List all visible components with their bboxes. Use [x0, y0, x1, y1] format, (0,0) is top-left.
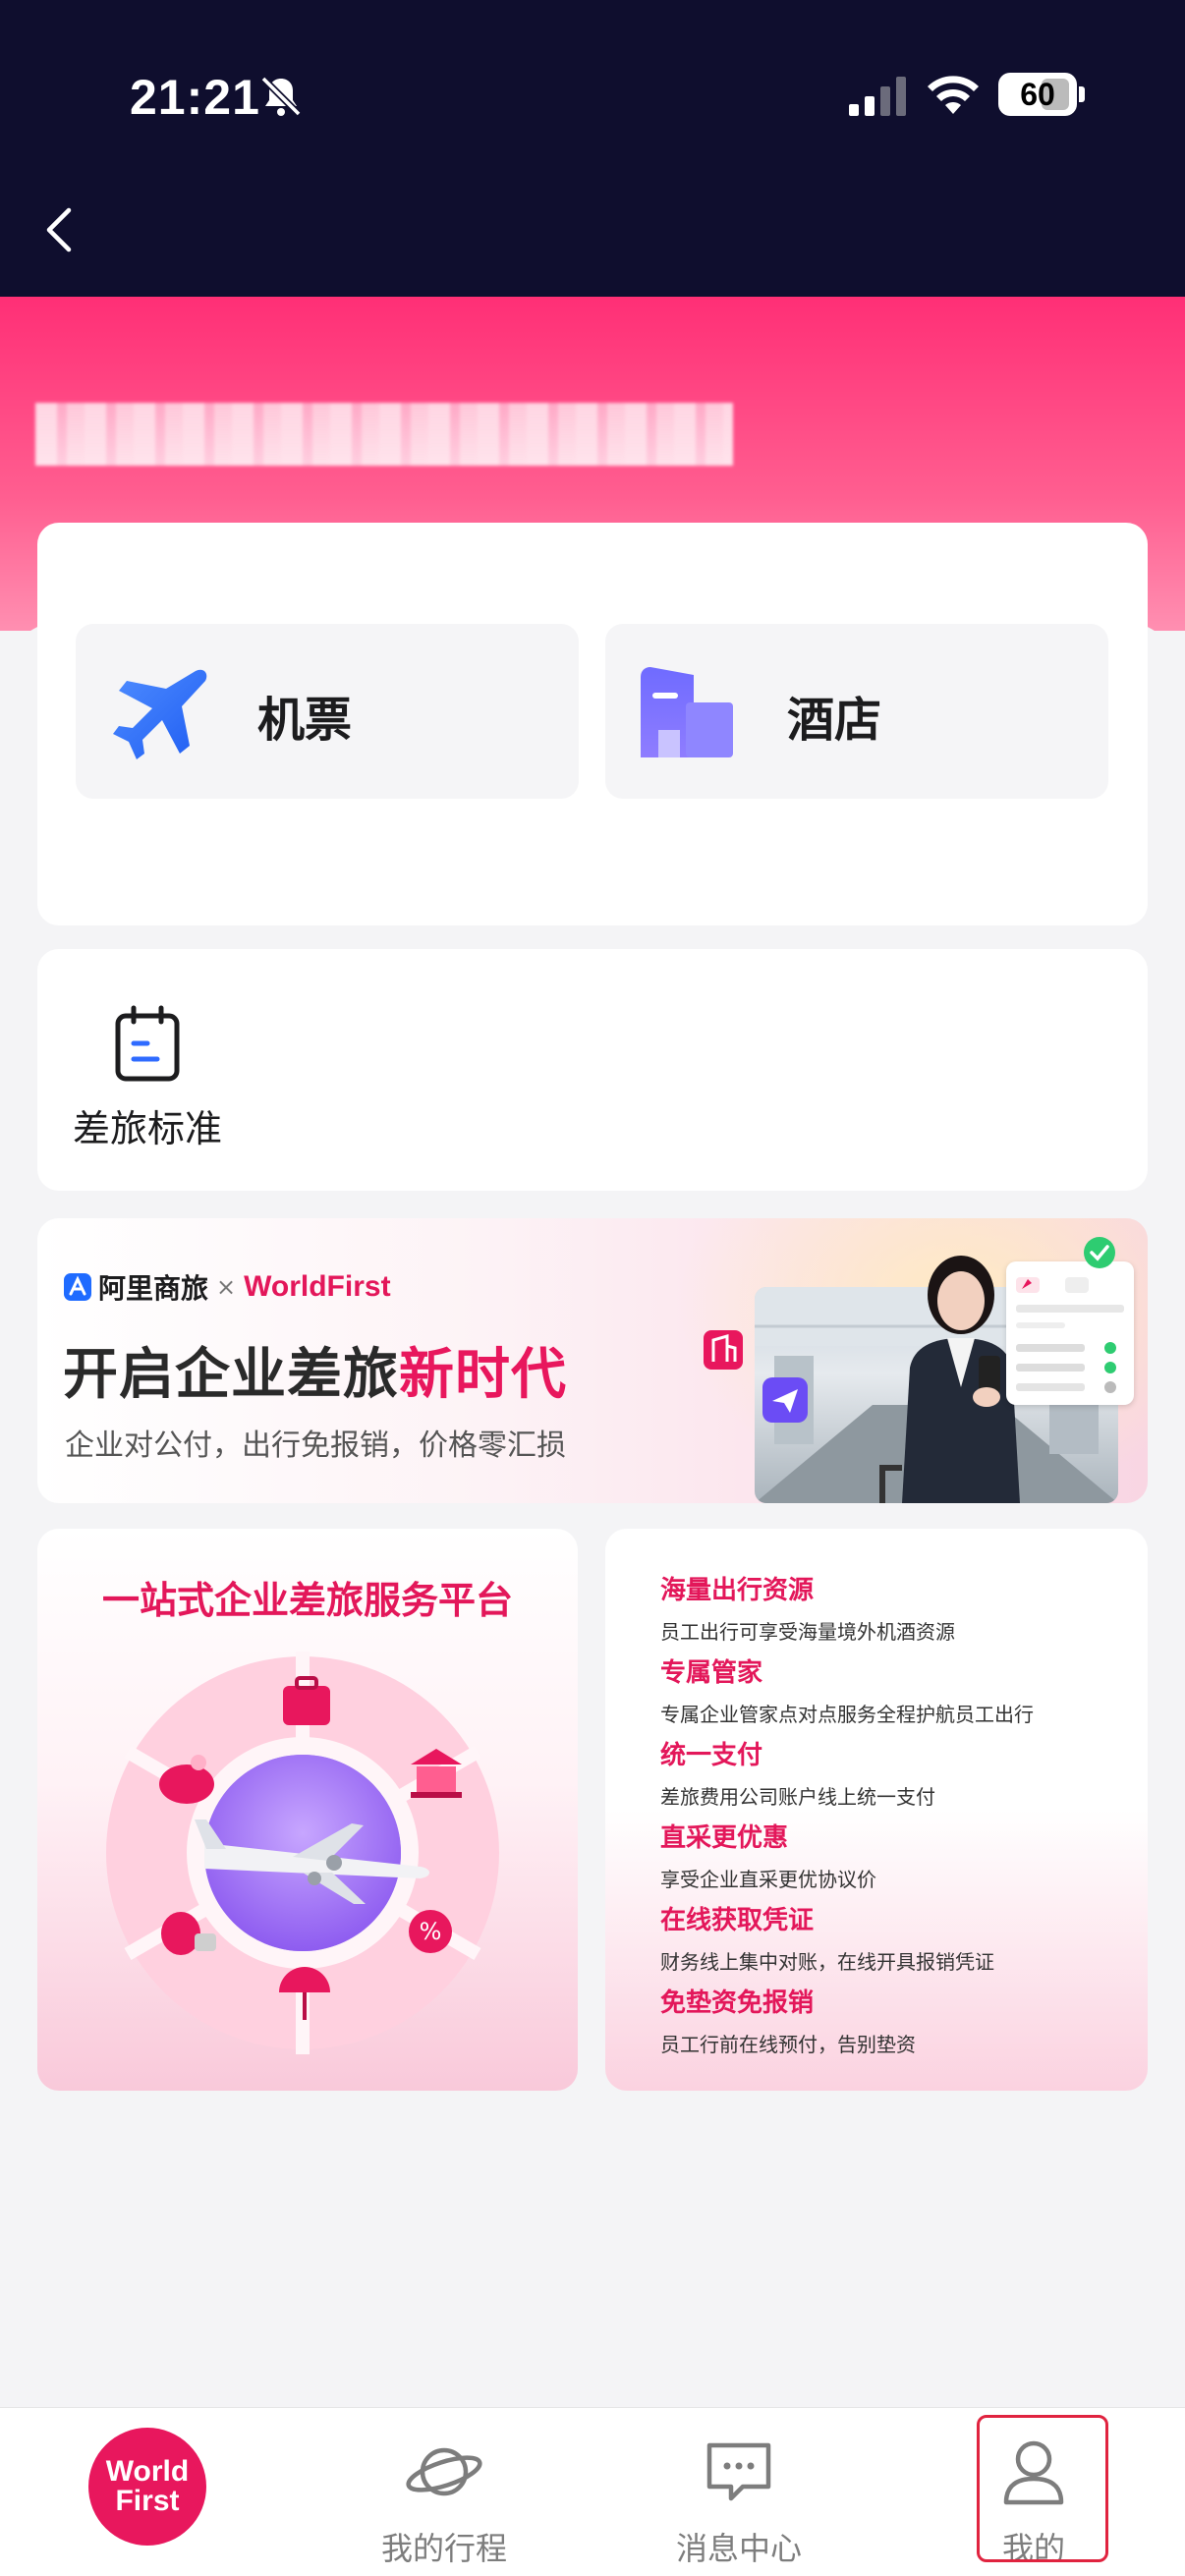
tab-home[interactable]: World First	[88, 2408, 285, 2576]
tab-my-trips[interactable]: 我的行程	[346, 2408, 542, 2576]
tab-messages[interactable]: 消息中心	[641, 2408, 837, 2576]
feature-desc: 享受企业直采更优协议价	[660, 1868, 876, 1891]
battery-level: 60	[1020, 76, 1055, 112]
feature-desc: 专属企业管家点对点服务全程护航员工出行	[660, 1703, 1034, 1726]
status-time: 21:21	[130, 70, 260, 125]
signal-icon	[849, 77, 906, 116]
alitrip-logo-icon	[64, 1273, 91, 1301]
promo-brand-separator: ×	[216, 1273, 237, 1301]
feature-title: 免垫资免报销	[660, 1988, 815, 2018]
chevron-left-icon[interactable]	[39, 204, 79, 255]
discount-icon: %	[409, 1910, 452, 1953]
hotel-building-icon	[641, 667, 733, 757]
service-wheel-illustration: %	[106, 1652, 499, 2054]
feature-title: 专属管家	[660, 1658, 763, 1688]
highlight-box	[977, 2415, 1108, 2562]
bell-off-icon	[260, 76, 302, 117]
airplane-icon	[113, 669, 207, 759]
feature-item: 免垫资免报销 员工行前在线预付，告别垫资	[660, 1983, 916, 2057]
feature-item: 统一支付 差旅费用公司账户线上统一支付	[660, 1735, 935, 1810]
flight-ticket-card	[1006, 1261, 1134, 1405]
feature-title: 海量出行资源	[660, 1576, 815, 1605]
feature-title: 在线获取凭证	[660, 1906, 815, 1935]
promo-brand: 阿里商旅 × WorldFirst	[63, 1267, 391, 1307]
paper-plane-app-icon	[762, 1377, 808, 1423]
promo-subtitle: 企业对公付，出行免报销，价格零汇损	[65, 1428, 566, 1463]
hotel-label: 酒店	[787, 693, 882, 748]
feature-item: 海量出行资源 员工出行可享受海量境外机酒资源	[660, 1570, 955, 1645]
battery-indicator: 60	[998, 73, 1077, 116]
calendar-list-icon	[115, 1005, 180, 1082]
flight-label: 机票	[257, 693, 353, 748]
travel-policy-card[interactable]: 差旅标准	[37, 949, 1148, 1191]
promo-banner[interactable]: 阿里商旅 × WorldFirst 开启企业差旅新时代 企业对公付，出行免报销，…	[37, 1218, 1148, 1503]
top-bar: 21:21 60	[0, 0, 1185, 297]
feature-desc: 员工行前在线预付，告别垫资	[660, 2033, 916, 2056]
feature-item: 专属管家 专属企业管家点对点服务全程护航员工出行	[660, 1652, 1034, 1727]
promo-brand-alitrip: 阿里商旅	[98, 1272, 209, 1305]
feature-title: 直采更优惠	[660, 1823, 789, 1853]
tab-label: 消息中心	[675, 2530, 802, 2567]
message-icon	[706, 2442, 771, 2501]
feature-item: 在线获取凭证 财务线上集中对账，在线开具报销凭证	[660, 1900, 994, 1975]
feature-desc: 差旅费用公司账户线上统一支付	[660, 1785, 935, 1809]
check-badge-icon	[1084, 1237, 1115, 1268]
platform-title: 一站式企业差旅服务平台	[101, 1579, 513, 1622]
tab-label: 我的行程	[380, 2530, 507, 2567]
booking-card: 机票 酒店	[37, 523, 1148, 925]
feature-title: 统一支付	[660, 1741, 763, 1770]
flight-booking-button[interactable]: 机票	[76, 624, 579, 799]
travel-policy-label: 差旅标准	[73, 1107, 223, 1150]
promo-title: 开启企业差旅新时代	[63, 1343, 567, 1407]
features-card[interactable]: 海量出行资源 员工出行可享受海量境外机酒资源 专属管家 专属企业管家点对点服务全…	[605, 1529, 1148, 2091]
building-app-icon	[704, 1330, 743, 1370]
feature-desc: 财务线上集中对账，在线开具报销凭证	[660, 1950, 994, 1974]
planet-icon	[406, 2447, 482, 2496]
hotel-booking-button[interactable]: 酒店	[605, 624, 1108, 799]
company-name-redacted	[35, 403, 733, 466]
svg-text:%: %	[420, 1918, 442, 1945]
platform-card[interactable]: 一站式企业差旅服务平台 %	[37, 1529, 578, 2091]
wifi-icon	[928, 76, 979, 114]
feature-item: 直采更优惠 享受企业直采更优协议价	[660, 1818, 876, 1892]
promo-brand-worldfirst: WorldFirst	[244, 1270, 391, 1303]
worldfirst-logo: World First	[88, 2428, 206, 2546]
feature-desc: 员工出行可享受海量境外机酒资源	[660, 1620, 955, 1644]
